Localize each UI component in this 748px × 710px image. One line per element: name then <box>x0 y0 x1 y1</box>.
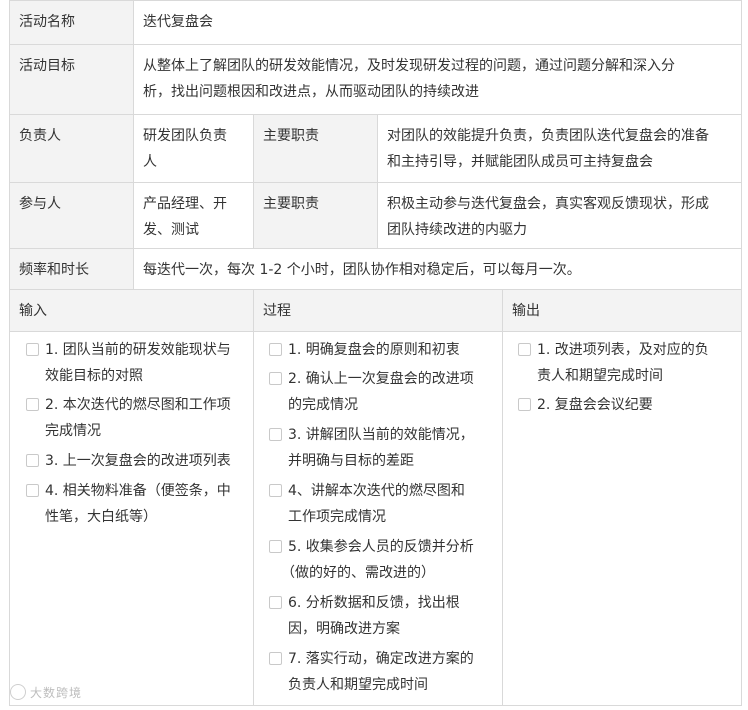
input-item-text: 2. 本次迭代的燃尽图和工作项 <box>45 397 231 413</box>
process-item[interactable]: 2. 确认上一次复盘会的改进项 的完成情况 <box>269 366 499 418</box>
process-item-text: 并明确与目标的差距 <box>288 453 414 469</box>
watermark-text: 大数跨境 <box>30 686 83 700</box>
checkbox[interactable] <box>269 343 282 356</box>
process-item[interactable]: 7. 落实行动，确定改进方案的 负责人和期望完成时间 <box>269 646 499 698</box>
checkbox[interactable] <box>269 540 282 553</box>
owner-duty-line: 对团队的效能提升负责，负责团队迭代复盘会的准备 <box>387 128 709 144</box>
checkbox[interactable] <box>26 484 39 497</box>
input-item-text: 3. 上一次复盘会的改进项列表 <box>45 453 231 469</box>
owner-duty-line: 和主持引导，并赋能团队成员可主持复盘会 <box>387 154 653 170</box>
label-owner-duty: 主要职责 <box>254 115 378 182</box>
header-output: 输出 <box>512 303 540 319</box>
io-header-row: 输入 过程 输出 <box>9 290 742 332</box>
row-activity-goal: 活动目标 从整体上了解团队的研发效能情况，及时发现研发过程的问题，通过问题分解和… <box>9 45 742 115</box>
input-item-text: 1. 团队当前的研发效能现状与 <box>45 342 231 358</box>
process-item-text: 3. 讲解团队当前的效能情况， <box>288 427 474 443</box>
checkbox[interactable] <box>269 484 282 497</box>
process-item-text: 2. 确认上一次复盘会的改进项 <box>288 371 474 387</box>
label-participants: 参与人 <box>10 183 134 248</box>
output-item-text: 1. 改进项列表，及对应的负 <box>537 342 709 358</box>
checkbox[interactable] <box>269 596 282 609</box>
goal-line: 析，找出问题根因和改进点，从而驱动团队的持续改进 <box>143 84 479 100</box>
process-item-text: 5. 收集参会人员的反馈并分析 <box>288 539 474 555</box>
process-item-text: 6. 分析数据和反馈，找出根 <box>288 595 460 611</box>
label-activity-goal: 活动目标 <box>10 45 134 114</box>
owner-line: 研发团队负责 <box>143 128 227 144</box>
process-item-text: 因，明确改进方案 <box>288 621 400 637</box>
row-owner: 负责人 研发团队负责 人 主要职责 对团队的效能提升负责，负责团队迭代复盘会的准… <box>9 115 742 183</box>
value-participants-duty: 积极主动参与迭代复盘会，真实客观反馈现状，形成 团队持续改进的内驱力 <box>378 183 741 248</box>
checkbox[interactable] <box>269 372 282 385</box>
output-item-text: 责人和期望完成时间 <box>537 368 663 384</box>
checkbox[interactable] <box>269 652 282 665</box>
checkbox[interactable] <box>269 428 282 441</box>
process-item[interactable]: 4、讲解本次迭代的燃尽图和 工作项完成情况 <box>269 478 499 530</box>
process-item[interactable]: 1. 明确复盘会的原则和初衷 <box>269 337 499 363</box>
participants-line: 发、测试 <box>143 222 199 238</box>
checkbox[interactable] <box>518 343 531 356</box>
participants-line: 产品经理、开 <box>143 196 227 212</box>
input-item[interactable]: 1. 团队当前的研发效能现状与 效能目标的对照 <box>26 337 248 389</box>
checkbox[interactable] <box>26 398 39 411</box>
participants-duty-line: 积极主动参与迭代复盘会，真实客观反馈现状，形成 <box>387 196 709 212</box>
process-item[interactable]: 3. 讲解团队当前的效能情况， 并明确与目标的差距 <box>269 422 499 474</box>
owner-line: 人 <box>143 154 157 170</box>
input-item-text: 性笔，大白纸等） <box>45 509 157 525</box>
label-participants-duty: 主要职责 <box>254 183 378 248</box>
value-activity-goal: 从整体上了解团队的研发效能情况，及时发现研发过程的问题，通过问题分解和深入分 析… <box>134 45 741 114</box>
value-frequency: 每迭代一次，每次 1-2 个小时，团队协作相对稳定后，可以每月一次。 <box>143 262 581 278</box>
process-item-text: 7. 落实行动，确定改进方案的 <box>288 651 474 667</box>
input-item-text: 完成情况 <box>45 423 101 439</box>
value-owner: 研发团队负责 人 <box>134 115 254 182</box>
participants-duty-line: 团队持续改进的内驱力 <box>387 222 527 238</box>
input-item[interactable]: 3. 上一次复盘会的改进项列表 <box>26 448 248 474</box>
process-item-text: 负责人和期望完成时间 <box>288 677 428 693</box>
output-item[interactable]: 2. 复盘会会议纪要 <box>518 392 740 418</box>
value-activity-name: 迭代复盘会 <box>143 14 213 30</box>
input-item[interactable]: 2. 本次迭代的燃尽图和工作项 完成情况 <box>26 392 248 444</box>
checkbox[interactable] <box>518 398 531 411</box>
process-item[interactable]: 6. 分析数据和反馈，找出根 因，明确改进方案 <box>269 590 499 642</box>
value-participants: 产品经理、开 发、测试 <box>134 183 254 248</box>
label-frequency: 频率和时长 <box>10 249 134 289</box>
label-activity-name: 活动名称 <box>10 1 134 44</box>
input-item[interactable]: 4. 相关物料准备（便签条，中 性笔，大白纸等） <box>26 478 248 530</box>
value-owner-duty: 对团队的效能提升负责，负责团队迭代复盘会的准备 和主持引导，并赋能团队成员可主持… <box>378 115 741 182</box>
checkbox[interactable] <box>26 454 39 467</box>
row-activity-name: 活动名称 迭代复盘会 <box>9 0 742 45</box>
input-item-text: 效能目标的对照 <box>45 368 143 384</box>
process-item-text: 的完成情况 <box>288 397 358 413</box>
process-item-text: 4、讲解本次迭代的燃尽图和 <box>288 483 465 499</box>
label-owner: 负责人 <box>10 115 134 182</box>
watermark-logo-icon <box>10 684 26 700</box>
process-item-text: 1. 明确复盘会的原则和初衷 <box>288 342 460 358</box>
output-item[interactable]: 1. 改进项列表，及对应的负 责人和期望完成时间 <box>518 337 740 389</box>
output-item-text: 2. 复盘会会议纪要 <box>537 397 653 413</box>
input-item-text: 4. 相关物料准备（便签条，中 <box>45 483 231 499</box>
checkbox[interactable] <box>26 343 39 356</box>
process-item[interactable]: 5. 收集参会人员的反馈并分析 （做的好的、需改进的） <box>269 534 499 586</box>
goal-line: 从整体上了解团队的研发效能情况，及时发现研发过程的问题，通过问题分解和深入分 <box>143 58 675 74</box>
process-item-text: 工作项完成情况 <box>288 509 386 525</box>
watermark: 大数跨境 <box>10 684 82 701</box>
row-frequency: 频率和时长 每迭代一次，每次 1-2 个小时，团队协作相对稳定后，可以每月一次。 <box>9 249 742 290</box>
row-participants: 参与人 产品经理、开 发、测试 主要职责 积极主动参与迭代复盘会，真实客观反馈现… <box>9 183 742 249</box>
header-input: 输入 <box>10 290 254 331</box>
header-process: 过程 <box>254 290 503 331</box>
process-item-text: （做的好的、需改进的） <box>281 565 435 581</box>
